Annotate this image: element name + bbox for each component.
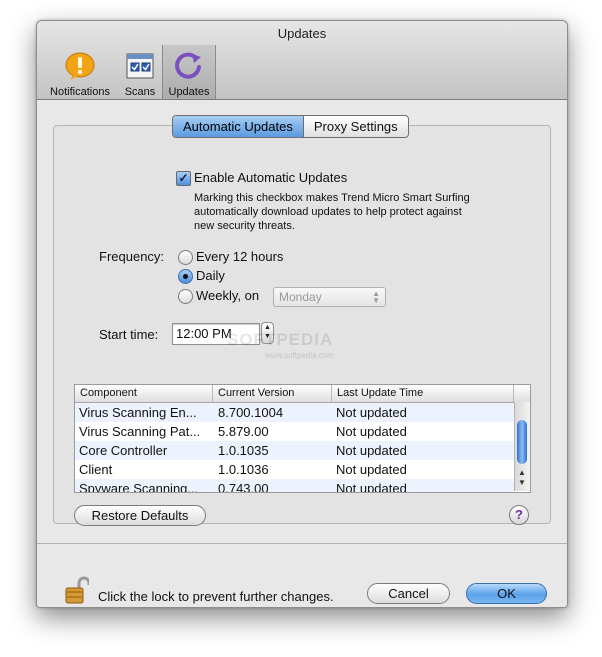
weekday-select[interactable]: Monday ▲ ▼	[273, 287, 386, 307]
table-cell: Core Controller	[79, 443, 168, 458]
radio-daily[interactable]	[178, 269, 193, 284]
tab-proxy-settings[interactable]: Proxy Settings	[304, 116, 408, 137]
title-bar-toolbar: Updates Notifications Scans Updates	[37, 21, 567, 100]
table-cell: Client	[79, 462, 113, 477]
frequency-label: Frequency:	[99, 249, 165, 264]
table-cell: Spyware Scanning...	[79, 481, 199, 493]
table-cell: 5.879.00	[218, 424, 269, 439]
column-header-component[interactable]: Component	[75, 385, 213, 402]
softpedia-watermark-url: www.softpedia.com	[265, 351, 334, 360]
tab-automatic-updates[interactable]: Automatic Updates	[173, 116, 304, 137]
table-cell: Virus Scanning Pat...	[79, 424, 201, 439]
column-header-last-update-time[interactable]: Last Update Time	[332, 385, 514, 402]
start-time-label: Start time:	[99, 327, 159, 342]
toolbar-updates-label: Updates	[168, 86, 210, 98]
toolbar-notifications-label: Notifications	[50, 86, 110, 98]
toolbar-scans[interactable]: Scans	[119, 45, 161, 99]
scrollbar-thumb[interactable]	[517, 420, 527, 464]
column-header-current-version[interactable]: Current Version	[213, 385, 332, 402]
table-cell: 8.700.1004	[218, 405, 284, 420]
window-title: Updates	[277, 26, 327, 41]
table-cell: Not updated	[336, 405, 407, 420]
table-cell: 0.743.00	[218, 481, 269, 493]
ok-button[interactable]: OK	[466, 583, 547, 604]
scans-checkbox-icon	[126, 53, 154, 79]
preferences-window: Updates Notifications Scans Updates Auto…	[36, 20, 568, 608]
radio-weekly[interactable]	[178, 289, 193, 304]
table-cell: Not updated	[336, 462, 407, 477]
table-cell: 1.0.1036	[218, 462, 269, 477]
table-scrollbar[interactable]: ▲ ▼	[514, 402, 530, 491]
table-cell: Not updated	[336, 424, 407, 439]
toolbar-notifications[interactable]: Notifications	[43, 45, 117, 99]
help-button[interactable]: ?	[509, 505, 529, 525]
table-header: Component Current Version Last Update Ti…	[75, 385, 530, 403]
notifications-exclamation-icon	[65, 52, 95, 80]
lock-message: Click the lock to prevent further change…	[98, 589, 334, 604]
enable-auto-updates-checkbox[interactable]: ✓	[176, 171, 191, 186]
table-row[interactable]: Virus Scanning En... 8.700.1004 Not upda…	[75, 403, 514, 422]
description-line: new security threats.	[194, 220, 295, 232]
description-line: Marking this checkbox makes Trend Micro …	[194, 192, 470, 204]
table-row[interactable]: Virus Scanning Pat... 5.879.00 Not updat…	[75, 422, 514, 441]
components-table: Component Current Version Last Update Ti…	[74, 384, 531, 493]
scroll-arrows-icon[interactable]: ▲ ▼	[518, 468, 526, 488]
weekday-select-value: Monday	[279, 290, 322, 304]
tab-segmented-control: Automatic Updates Proxy Settings	[172, 115, 409, 138]
table-row[interactable]: Core Controller 1.0.1035 Not updated	[75, 441, 514, 460]
softpedia-watermark: SOFTPEDIA	[227, 330, 334, 349]
table-cell: Not updated	[336, 443, 407, 458]
updates-refresh-icon	[175, 52, 201, 79]
toolbar-updates[interactable]: Updates	[162, 45, 216, 99]
lock-open-icon[interactable]	[65, 576, 89, 604]
auto-update-description: Marking this checkbox makes Trend Micro …	[194, 191, 470, 233]
table-row[interactable]: Client 1.0.1036 Not updated	[75, 460, 514, 479]
radio-daily-label: Daily	[196, 268, 225, 283]
enable-auto-updates-label: Enable Automatic Updates	[194, 170, 348, 185]
start-time-value: 12:00 PM	[176, 326, 232, 341]
radio-every-12-hours-label: Every 12 hours	[196, 249, 284, 264]
description-line: automatically download updates to help p…	[194, 206, 462, 218]
table-cell: 1.0.1035	[218, 443, 269, 458]
radio-weekly-label: Weekly, on	[196, 288, 260, 303]
toolbar-scans-label: Scans	[124, 86, 156, 98]
preferences-body: Automatic Updates Proxy Settings ✓ Enabl…	[37, 100, 567, 607]
radio-every-12-hours[interactable]	[178, 250, 193, 265]
footer-divider	[37, 543, 567, 544]
table-row[interactable]: Spyware Scanning... 0.743.00 Not updated	[75, 479, 514, 493]
restore-defaults-button[interactable]: Restore Defaults	[74, 505, 206, 526]
cancel-button[interactable]: Cancel	[367, 583, 450, 604]
table-cell: Virus Scanning En...	[79, 405, 197, 420]
select-arrows-icon: ▲ ▼	[372, 289, 380, 305]
column-header-corner	[514, 385, 530, 402]
table-cell: Not updated	[336, 481, 407, 493]
